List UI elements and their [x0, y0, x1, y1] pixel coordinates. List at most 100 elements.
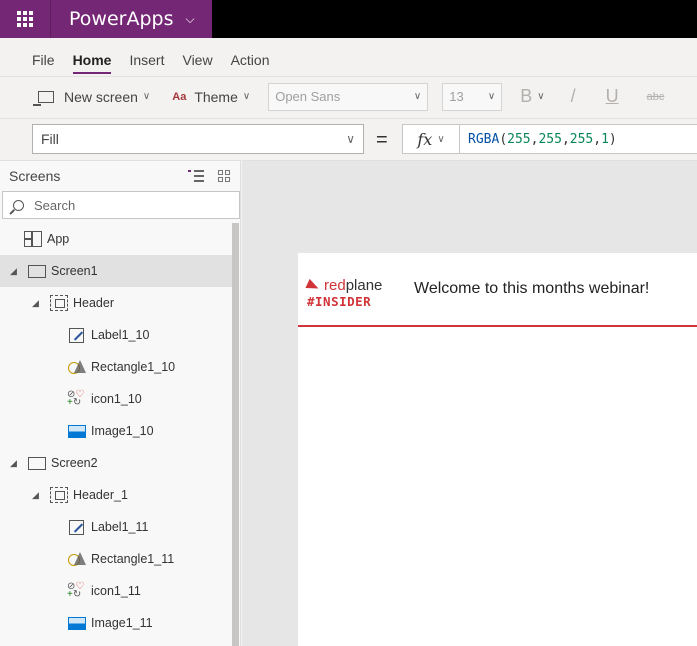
app-launcher-button[interactable] — [0, 0, 50, 38]
ribbon-toolbar: New screen ∨ Aa Theme ∨ Open Sans ∨ 13 ∨… — [0, 76, 697, 116]
tree-node-label: Rectangle1_10 — [91, 360, 176, 374]
tree-header: Screens — [0, 161, 240, 191]
app-name: PowerApps — [69, 8, 174, 30]
bold-button[interactable]: B ∨ — [520, 86, 544, 107]
chevron-down-icon: ∨ — [437, 133, 445, 145]
tree-node-screen1[interactable]: ◢ Screen1 — [0, 255, 232, 287]
strikethrough-button[interactable]: abc — [647, 91, 665, 103]
collapse-caret-icon[interactable]: ◢ — [32, 490, 39, 501]
screen-canvas[interactable]: red plane #INSIDER Welcome to this months… — [298, 253, 697, 646]
thumbnail-view-icon[interactable] — [218, 170, 230, 182]
search-input[interactable]: Search — [2, 191, 240, 219]
property-value: Fill — [41, 131, 59, 147]
shapes-icon — [68, 551, 86, 567]
tree-node-label: Screen2 — [51, 456, 98, 470]
collapse-caret-icon[interactable]: ◢ — [10, 266, 17, 277]
tree-node-rectangle1-10[interactable]: Rectangle1_10 — [0, 351, 232, 383]
formula-arg-r: 255 — [507, 131, 531, 147]
theme-label: Theme — [194, 88, 238, 105]
redplane-logo[interactable]: red plane #INSIDER — [305, 277, 382, 309]
group-icon — [50, 295, 68, 311]
image-icon — [68, 616, 86, 630]
tree-node-label: Label1_10 — [91, 328, 150, 342]
tree-node-label: Header — [73, 296, 114, 310]
formula-sep: , — [561, 131, 570, 147]
tree-node-label: Image1_10 — [91, 424, 154, 438]
italic-icon: / — [570, 86, 576, 106]
tree-node-rectangle1-11[interactable]: Rectangle1_11 — [0, 543, 232, 575]
icons-icon: ⊘♡ +↻ — [67, 389, 85, 408]
formula-arg-a: 1 — [601, 131, 609, 147]
underline-button[interactable]: U — [606, 86, 619, 107]
image-icon — [68, 424, 86, 438]
tree-node-label: icon1_10 — [91, 392, 142, 406]
menu-home[interactable]: Home — [72, 52, 112, 74]
italic-button[interactable]: / — [571, 86, 576, 107]
formula-sep: , — [530, 131, 539, 147]
tree-node-header[interactable]: ◢ Header — [0, 287, 232, 319]
collapse-caret-icon[interactable]: ◢ — [32, 298, 39, 309]
tree-node-label1-11[interactable]: Label1_11 — [0, 511, 232, 543]
formula-paren-close: ) — [608, 131, 617, 147]
tree-node-header-1[interactable]: ◢ Header_1 — [0, 479, 232, 511]
tree-node-image1-11[interactable]: Image1_11 — [0, 607, 232, 639]
tree-node-app[interactable]: App — [0, 223, 232, 255]
welcome-label[interactable]: Welcome to this months webinar! — [414, 280, 649, 298]
canvas-header[interactable]: red plane #INSIDER Welcome to this months… — [298, 253, 697, 327]
equals-sign: = — [376, 129, 388, 151]
tree-node-screen2[interactable]: ◢ Screen2 — [0, 447, 232, 479]
menu-action[interactable]: Action — [231, 52, 270, 74]
collapse-caret-icon[interactable]: ◢ — [10, 458, 17, 469]
paper-plane-icon — [305, 278, 321, 293]
chevron-down-icon: ∨ — [537, 91, 545, 102]
top-bar: PowerApps ⌵ — [0, 0, 697, 38]
formula-sep: , — [593, 131, 602, 147]
search-placeholder: Search — [34, 197, 76, 213]
menu-view[interactable]: View — [182, 52, 212, 74]
fx-icon: fx — [417, 129, 433, 149]
tree-node-icon1-11[interactable]: ⊘♡ +↻ icon1_11 — [0, 575, 232, 607]
tree-view-panel: Screens Search App ◢ Screen1 ◢ Header La… — [0, 160, 241, 646]
theme-button[interactable]: Aa Theme ∨ — [172, 89, 250, 105]
bold-icon: B — [520, 86, 533, 106]
menu-insert[interactable]: Insert — [129, 52, 164, 74]
screen-icon — [28, 264, 46, 278]
property-select[interactable]: Fill ∨ — [32, 124, 364, 154]
menu-file[interactable]: File — [32, 52, 55, 74]
tree-node-label: Screen1 — [51, 264, 98, 278]
tree-node-label: icon1_11 — [91, 584, 141, 598]
tree-list: App ◢ Screen1 ◢ Header Label1_10 Rectang… — [0, 223, 232, 639]
formula-paren-open: ( — [499, 131, 508, 147]
chevron-down-icon: ∨ — [242, 91, 251, 102]
formula-function: RGBA — [468, 131, 500, 147]
tree-node-label: Header_1 — [73, 488, 128, 502]
icons-icon: ⊘♡ +↻ — [67, 581, 85, 600]
new-screen-icon — [33, 90, 54, 106]
font-size-value: 13 — [449, 89, 464, 104]
font-size-select[interactable]: 13 ∨ — [442, 82, 503, 111]
formula-input[interactable]: RGBA(255, 255, 255, 1) — [460, 124, 697, 154]
tree-node-label1-10[interactable]: Label1_10 — [0, 319, 232, 351]
tree-node-label: App — [47, 232, 70, 246]
app-icon — [24, 231, 42, 247]
strikethrough-icon: abc — [646, 90, 665, 103]
formula-bar: Fill ∨ = fx ∨ RGBA(255, 255, 255, 1) — [0, 118, 697, 158]
app-switcher[interactable]: PowerApps ⌵ — [50, 0, 212, 38]
list-view-icon[interactable] — [188, 170, 204, 182]
underline-icon: U — [605, 86, 619, 106]
new-screen-button[interactable]: New screen ∨ — [33, 88, 150, 106]
view-toggle — [188, 170, 230, 182]
theme-icon: Aa — [172, 90, 187, 103]
new-screen-label: New screen — [64, 88, 138, 105]
formula-arg-b: 255 — [569, 131, 594, 147]
font-family-select[interactable]: Open Sans ∨ — [268, 82, 429, 111]
tree-scrollbar[interactable] — [232, 223, 239, 646]
tree-node-icon1-10[interactable]: ⊘♡ +↻ icon1_10 — [0, 383, 232, 415]
tree-title: Screens — [9, 168, 61, 184]
shapes-icon — [68, 359, 86, 375]
tree-node-image1-10[interactable]: Image1_10 — [0, 415, 232, 447]
logo-text-red: red — [324, 277, 346, 294]
tree-node-label: Label1_11 — [91, 520, 149, 534]
screen-icon — [28, 456, 46, 470]
fx-button[interactable]: fx ∨ — [402, 124, 460, 154]
